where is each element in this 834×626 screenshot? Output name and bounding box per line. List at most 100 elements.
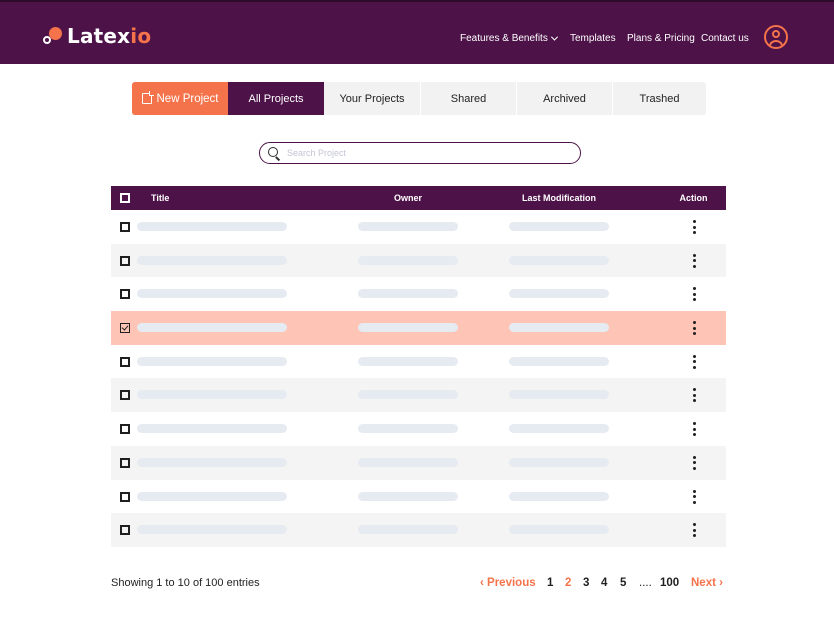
table-row[interactable] <box>111 513 726 547</box>
page-100[interactable]: 100 <box>660 577 679 589</box>
nav-features-label: Features & Benefits <box>460 32 548 44</box>
modified-placeholder <box>509 424 609 434</box>
modified-placeholder <box>509 255 609 265</box>
nav-features-benefits[interactable]: Features & Benefits <box>460 30 558 46</box>
column-owner[interactable]: Owner <box>358 186 458 210</box>
table-row[interactable] <box>111 479 726 514</box>
title-placeholder <box>137 525 287 535</box>
search-icon[interactable] <box>268 146 281 161</box>
row-checkbox[interactable] <box>120 457 130 468</box>
tab-your-projects[interactable]: Your Projects <box>324 82 420 115</box>
owner-placeholder <box>358 390 458 400</box>
tab-all-projects[interactable]: All Projects <box>228 82 324 115</box>
tab-trashed[interactable]: Trashed <box>612 82 706 115</box>
page-3[interactable]: 3 <box>583 577 589 589</box>
title-placeholder <box>137 323 287 333</box>
more-options-icon[interactable] <box>689 387 699 403</box>
page-2-current[interactable]: 2 <box>565 577 571 589</box>
modified-placeholder <box>509 356 609 366</box>
row-checkbox[interactable] <box>120 289 130 300</box>
title-placeholder <box>137 491 287 501</box>
owner-placeholder <box>358 289 458 299</box>
title-placeholder <box>137 222 287 231</box>
pagination-previous[interactable]: ‹ Previous <box>480 577 536 589</box>
logo-wordmark: Latexio <box>67 24 152 48</box>
owner-placeholder <box>358 222 458 231</box>
nav-templates-label: Templates <box>570 32 616 44</box>
more-options-icon[interactable] <box>689 219 699 235</box>
more-options-icon[interactable] <box>689 286 699 302</box>
table-row[interactable] <box>111 210 726 244</box>
modified-placeholder <box>509 390 609 400</box>
owner-placeholder <box>358 255 458 265</box>
table-header: Title Owner Last Modification Action <box>111 186 726 210</box>
row-checkbox[interactable] <box>120 390 130 401</box>
row-checkbox[interactable] <box>120 222 130 232</box>
owner-placeholder <box>358 525 458 535</box>
page-5[interactable]: 5 <box>620 577 626 589</box>
pagination-ellipsis: .... <box>639 577 652 589</box>
column-last-modification[interactable]: Last Modification <box>509 186 609 210</box>
modified-placeholder <box>509 289 609 299</box>
previous-label: Previous <box>487 577 536 589</box>
table-row[interactable] <box>111 243 726 278</box>
search-box <box>259 142 581 164</box>
search-input[interactable] <box>287 148 567 158</box>
more-options-icon[interactable] <box>689 253 699 269</box>
table-row[interactable] <box>111 344 726 379</box>
table-row[interactable] <box>111 378 726 413</box>
modified-placeholder <box>509 323 609 333</box>
page-1[interactable]: 1 <box>547 577 553 589</box>
owner-placeholder <box>358 457 458 467</box>
projects-table: Title Owner Last Modification Action <box>111 186 726 547</box>
table-row[interactable] <box>111 412 726 446</box>
table-row[interactable] <box>111 277 726 312</box>
project-tabs: New Project All Projects Your Projects S… <box>132 82 706 115</box>
row-checkbox[interactable] <box>120 255 130 266</box>
modified-placeholder <box>509 222 609 231</box>
more-options-icon[interactable] <box>689 421 699 437</box>
nav-plans-label: Plans & Pricing <box>627 32 695 44</box>
tab-archived[interactable]: Archived <box>516 82 612 115</box>
row-checkbox[interactable] <box>120 424 130 435</box>
owner-placeholder <box>358 356 458 366</box>
more-options-icon[interactable] <box>689 489 699 505</box>
row-checkbox[interactable] <box>120 323 130 334</box>
more-options-icon[interactable] <box>689 522 699 538</box>
latexio-logo[interactable]: Latexio <box>42 22 151 50</box>
table-row[interactable] <box>111 445 726 480</box>
row-checkbox[interactable] <box>120 356 130 367</box>
row-checkbox[interactable] <box>120 491 130 502</box>
title-placeholder <box>137 255 287 265</box>
owner-placeholder <box>358 491 458 501</box>
title-placeholder <box>137 289 287 299</box>
title-placeholder <box>137 356 287 366</box>
nav-templates[interactable]: Templates <box>570 30 616 46</box>
nav-plans-pricing[interactable]: Plans & Pricing <box>627 30 695 46</box>
modified-placeholder <box>509 457 609 467</box>
more-options-icon[interactable] <box>689 455 699 471</box>
entries-summary: Showing 1 to 10 of 100 entries <box>111 577 260 589</box>
new-project-button[interactable]: New Project <box>132 82 228 115</box>
logo-mark-icon <box>42 24 64 48</box>
title-placeholder <box>137 390 287 400</box>
more-options-icon[interactable] <box>689 320 699 336</box>
owner-placeholder <box>358 323 458 333</box>
owner-placeholder <box>358 424 458 434</box>
select-all-checkbox[interactable] <box>120 193 130 203</box>
title-placeholder <box>137 457 287 467</box>
tab-shared[interactable]: Shared <box>420 82 516 115</box>
nav-contact-label: Contact us <box>701 32 749 44</box>
user-account-icon[interactable] <box>764 25 788 49</box>
column-title[interactable]: Title <box>151 186 169 210</box>
table-row[interactable] <box>111 311 726 345</box>
pagination-next[interactable]: Next › <box>691 577 723 589</box>
modified-placeholder <box>509 525 609 535</box>
title-placeholder <box>137 424 287 434</box>
new-project-label: New Project <box>156 92 219 105</box>
column-action: Action <box>679 193 708 203</box>
page-4[interactable]: 4 <box>601 577 607 589</box>
more-options-icon[interactable] <box>689 354 699 370</box>
nav-contact-us[interactable]: Contact us <box>701 30 749 46</box>
row-checkbox[interactable] <box>120 525 130 536</box>
